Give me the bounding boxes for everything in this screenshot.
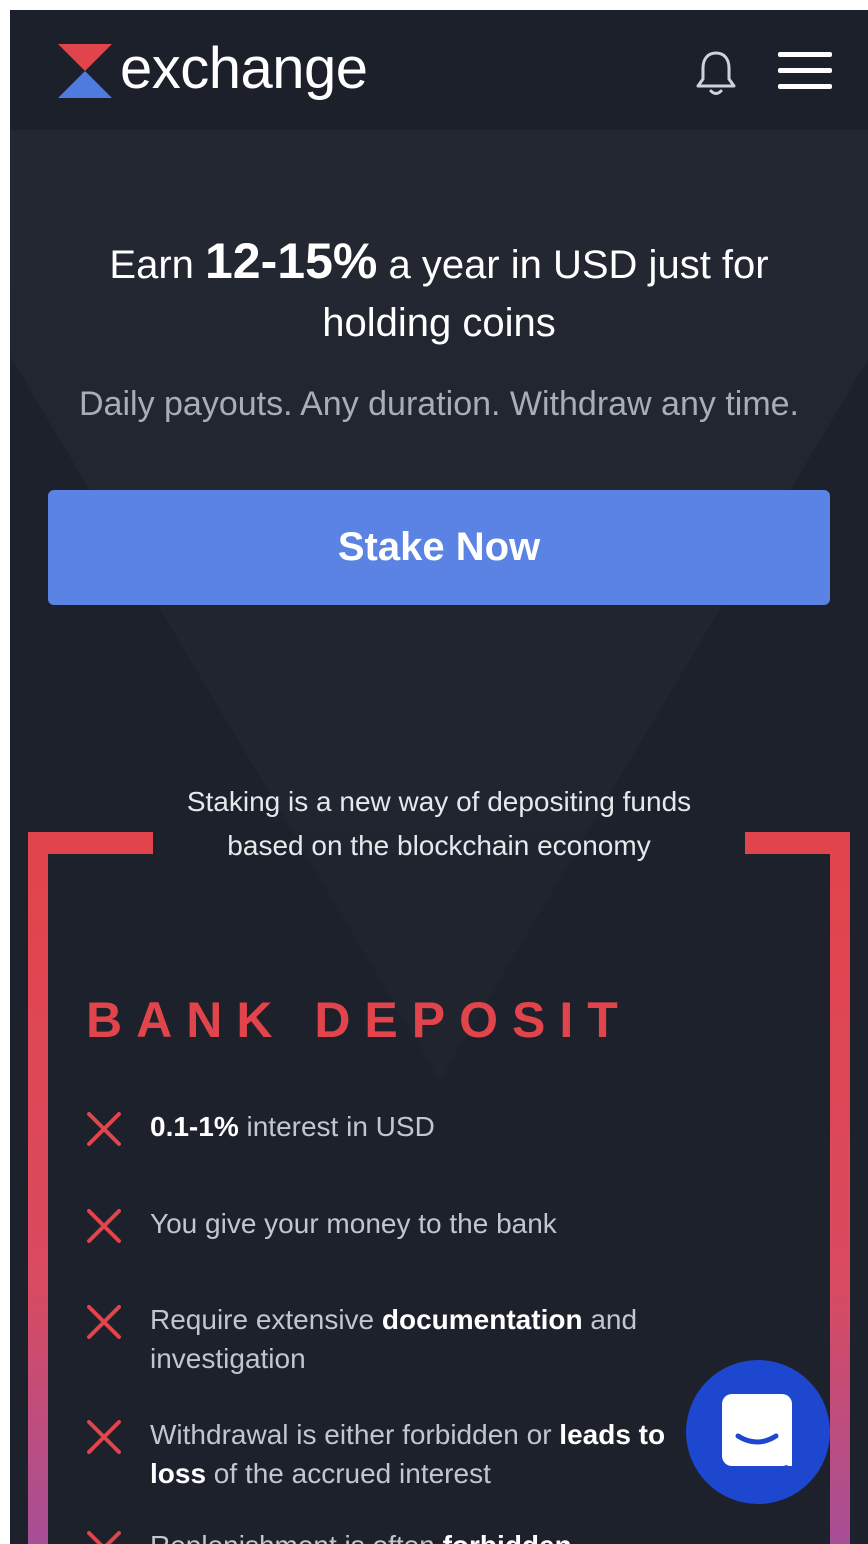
bell-icon[interactable]: [694, 48, 738, 98]
item-text: You give your money to the bank: [150, 1208, 557, 1239]
hero-headline: Earn 12-15% a year in USD just for holdi…: [50, 232, 828, 352]
hamburger-menu-icon[interactable]: [778, 50, 834, 92]
stake-now-button[interactable]: Stake Now: [48, 490, 830, 605]
brand-name[interactable]: exchange: [120, 36, 368, 102]
headline-prefix: Earn: [109, 243, 205, 287]
item-bold: documentation: [381, 1304, 583, 1335]
x-mark-icon: [87, 1531, 121, 1544]
item-text: of the accrued interest: [206, 1458, 491, 1489]
headline-rate: 12-15%: [205, 233, 378, 289]
staking-intro: Staking is a new way of depositing funds…: [186, 786, 692, 861]
item-bold: 0.1-1%: [150, 1111, 239, 1142]
chat-icon: [722, 1394, 792, 1466]
chat-launcher-button[interactable]: [686, 1360, 830, 1504]
item-text: Replenishment is often: [150, 1530, 443, 1544]
logo-icon[interactable]: [58, 44, 112, 98]
top-bar: exchange: [10, 10, 868, 130]
hero-subline: Daily payouts. Any duration. Withdraw an…: [79, 385, 799, 423]
x-mark-icon: [87, 1209, 121, 1243]
stake-now-label: Stake Now: [337, 525, 541, 569]
item-bold: forbidden: [443, 1530, 572, 1544]
x-mark-icon: [87, 1420, 121, 1454]
app-frame: exchange Earn 12-15% a year in USD just …: [10, 10, 868, 1544]
x-mark-icon: [87, 1305, 121, 1339]
item-text: Withdrawal is either forbidden or: [150, 1419, 560, 1450]
headline-suffix: a year in USD just for holding coins: [322, 243, 769, 345]
item-text: interest in USD: [238, 1111, 435, 1142]
bank-deposit-title: BANK DEPOSIT: [86, 992, 632, 1048]
item-text: Require extensive: [150, 1304, 382, 1335]
x-mark-icon: [87, 1112, 121, 1146]
